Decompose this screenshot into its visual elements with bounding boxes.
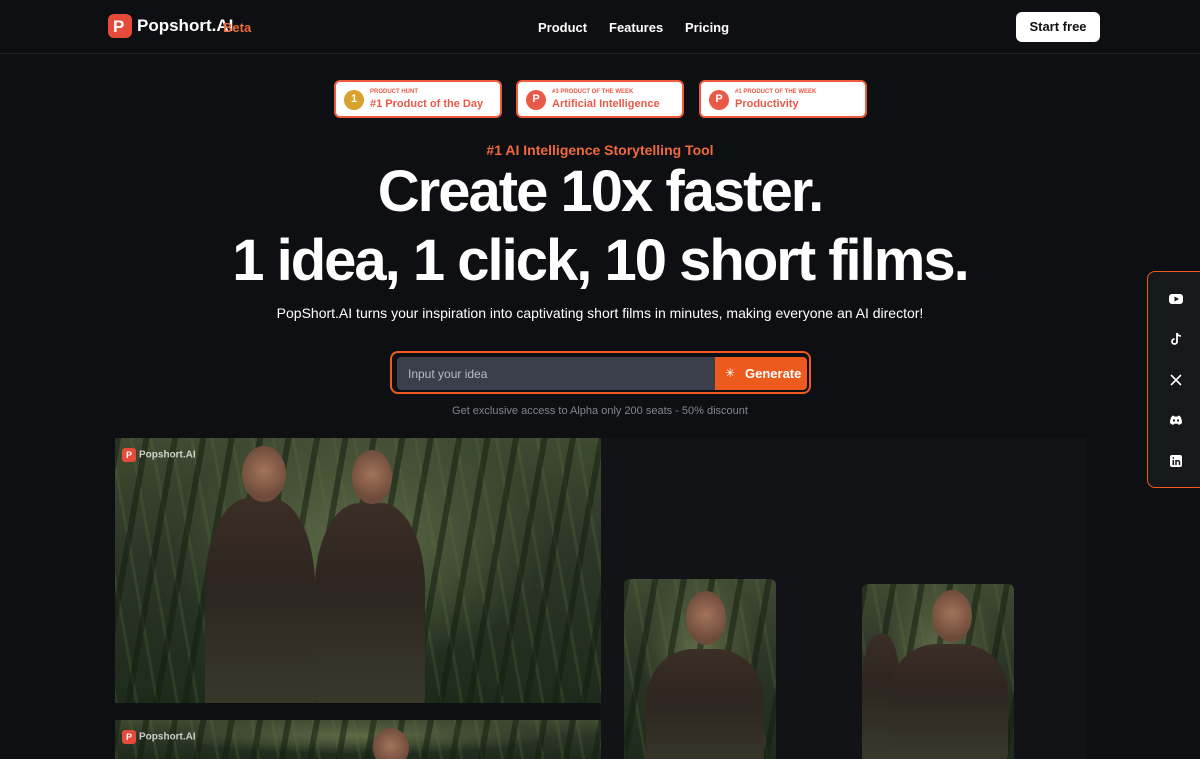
- hero-eyebrow: #1 AI Intelligence Storytelling Tool: [486, 142, 714, 158]
- watermark: P Popshort.AI: [122, 730, 196, 744]
- producthunt-icon: P: [709, 90, 729, 110]
- beta-badge: Beta: [223, 20, 252, 35]
- badge-product-of-day[interactable]: 1 PRODUCT HUNT #1 Product of the Day: [334, 80, 502, 118]
- discord-icon[interactable]: [1168, 412, 1184, 428]
- person-head: [242, 446, 286, 502]
- generate-button[interactable]: ✳ Generate: [715, 357, 807, 390]
- person-head: [373, 728, 409, 759]
- access-note: Get exclusive access to Alpha only 200 s…: [452, 405, 748, 417]
- hero-subline: PopShort.AI turns your inspiration into …: [276, 305, 924, 321]
- nav-product-link[interactable]: Product: [538, 20, 587, 35]
- sparkle-icon: ✳: [725, 366, 736, 380]
- badge-title: Artificial Intelligence: [552, 98, 660, 110]
- medal-icon: 1: [344, 90, 364, 110]
- social-sidebar: [1147, 271, 1200, 488]
- idea-input[interactable]: [397, 357, 715, 390]
- top-navbar: P Popshort.AI Beta Product Features Pric…: [0, 0, 1200, 54]
- badge-caption: #3 PRODUCT OF THE WEEK: [552, 89, 634, 95]
- film-still-second[interactable]: P Popshort.AI: [115, 720, 601, 759]
- start-free-button[interactable]: Start free: [1016, 12, 1100, 42]
- person-head: [352, 450, 392, 504]
- nav-features-link[interactable]: Features: [609, 20, 663, 35]
- badge-caption: PRODUCT HUNT: [370, 89, 418, 95]
- brand-name[interactable]: Popshort.AI: [137, 16, 233, 36]
- person-woman: [890, 644, 1008, 759]
- person-head: [686, 591, 726, 645]
- badge-caption: #1 PRODUCT OF THE WEEK: [735, 89, 817, 95]
- producthunt-icon: P: [526, 90, 546, 110]
- tiktok-icon[interactable]: [1168, 331, 1184, 347]
- watermark: P Popshort.AI: [122, 448, 196, 462]
- generate-label: Generate: [745, 366, 802, 381]
- person-head: [932, 590, 972, 642]
- x-icon[interactable]: [1168, 372, 1184, 388]
- idea-form: ✳ Generate: [390, 351, 811, 394]
- badge-productivity-week[interactable]: P #1 PRODUCT OF THE WEEK Productivity: [699, 80, 867, 118]
- person-woman: [646, 649, 764, 759]
- badge-title: #1 Product of the Day: [370, 98, 484, 110]
- film-still-portrait-2[interactable]: [862, 584, 1014, 759]
- badge-ai-week[interactable]: P #3 PRODUCT OF THE WEEK Artificial Inte…: [516, 80, 684, 118]
- hero-headline-1: Create 10x faster.: [377, 159, 824, 224]
- person-man: [205, 498, 315, 703]
- logo-icon[interactable]: P: [108, 14, 132, 38]
- film-still-portrait-1[interactable]: [624, 579, 776, 759]
- person-woman: [315, 503, 425, 703]
- badge-title: Productivity: [735, 98, 799, 110]
- youtube-icon[interactable]: [1168, 291, 1184, 307]
- nav-pricing-link[interactable]: Pricing: [685, 20, 729, 35]
- linkedin-icon[interactable]: [1168, 453, 1184, 469]
- film-still-main[interactable]: P Popshort.AI: [115, 438, 601, 703]
- hero-headline-2: 1 idea, 1 click, 10 short films.: [232, 228, 969, 293]
